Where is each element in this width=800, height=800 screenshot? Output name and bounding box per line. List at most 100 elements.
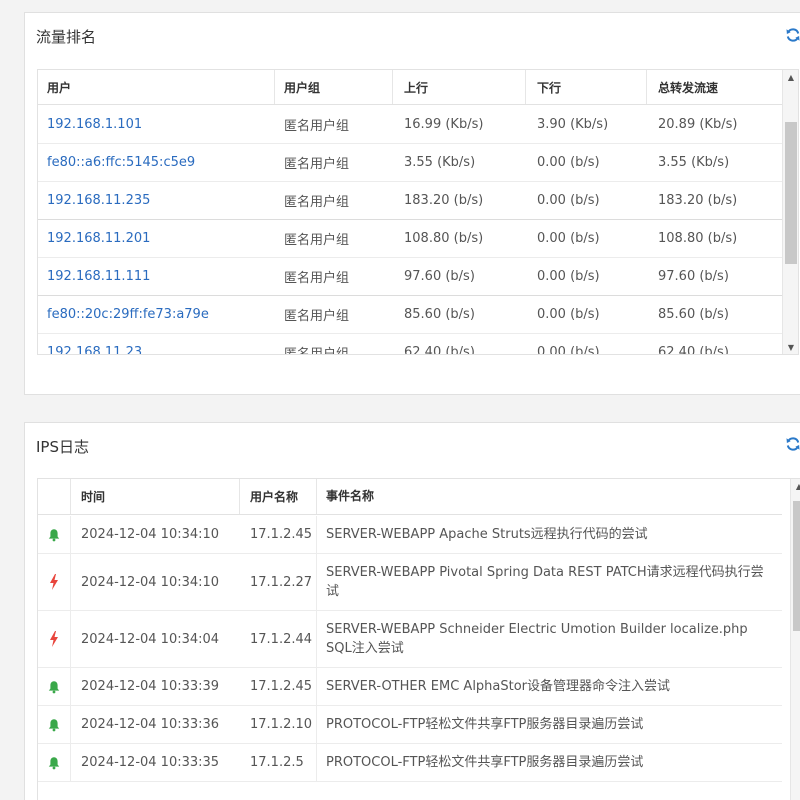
column-header-user-group[interactable]: 用户组 [275, 70, 393, 104]
bolt-icon [38, 554, 71, 610]
table-row: 2024-12-04 10:33:39 17.1.2.45 SERVER-OTH… [38, 668, 782, 706]
bolt-icon [38, 611, 71, 667]
user-group-cell: 匿名用户组 [284, 195, 350, 210]
ips-log-table: 时间 用户名称 事件名称 2024-12-04 10:34:10 17.1.2.… [37, 478, 800, 800]
user-ip-link[interactable]: fe80::a6:ffc:5145:c5e9 [47, 155, 195, 170]
column-header-downstream[interactable]: 下行 [526, 70, 647, 104]
table-row: 192.168.11.111 匿名用户组 97.60 (b/s) 0.00 (b… [38, 258, 784, 296]
column-header-event-name[interactable]: 事件名称 [317, 479, 782, 514]
log-user: 17.1.2.45 [240, 516, 317, 553]
ips-panel-title: IPS日志 [36, 438, 89, 456]
log-event: SERVER-WEBAPP Pivotal Spring Data REST P… [326, 565, 764, 599]
user-ip-link[interactable]: 192.168.11.111 [47, 269, 150, 284]
log-event: SERVER-WEBAPP Apache Struts远程执行代码的尝试 [326, 527, 648, 542]
log-time: 2024-12-04 10:33:35 [81, 755, 220, 770]
total-rate-cell: 62.40 (b/s) [658, 345, 729, 355]
scroll-up-arrow-icon[interactable]: ▲ [791, 479, 800, 493]
traffic-table-header: 用户 用户组 上行 下行 总转发流速 [38, 70, 784, 105]
log-user: 17.1.2.45 [240, 668, 317, 705]
log-user: 17.1.2.5 [240, 744, 317, 781]
user-group-cell: 匿名用户组 [284, 309, 350, 324]
traffic-table: 用户 用户组 上行 下行 总转发流速 192.168.1.101 匿名用户组 1… [37, 69, 799, 355]
user-group-cell: 匿名用户组 [284, 233, 350, 248]
traffic-table-body: 192.168.1.101 匿名用户组 16.99 (Kb/s) 3.90 (K… [38, 106, 784, 355]
bell-icon [38, 668, 71, 705]
upstream-cell: 3.55 (Kb/s) [404, 155, 476, 170]
scrollbar-thumb[interactable] [785, 122, 797, 264]
traffic-table-scrollbar[interactable]: ▲ ▼ [782, 70, 798, 354]
log-user: 17.1.2.10 [240, 706, 317, 743]
downstream-cell: 0.00 (b/s) [537, 193, 600, 208]
table-row: 2024-12-04 10:34:10 17.1.2.27 SERVER-WEB… [38, 554, 782, 611]
refresh-icon[interactable] [785, 436, 800, 456]
total-rate-cell: 108.80 (b/s) [658, 231, 738, 246]
table-row: fe80::a6:ffc:5145:c5e9 匿名用户组 3.55 (Kb/s)… [38, 144, 784, 182]
upstream-cell: 183.20 (b/s) [404, 193, 484, 208]
ips-log-panel: IPS日志 时间 用户名称 事件名称 2024-12-04 10:34:10 1… [24, 422, 800, 800]
bell-icon [38, 516, 71, 553]
table-row: 192.168.1.101 匿名用户组 16.99 (Kb/s) 3.90 (K… [38, 106, 784, 144]
scroll-up-arrow-icon[interactable]: ▲ [783, 70, 798, 84]
log-time: 2024-12-04 10:33:39 [81, 679, 220, 694]
column-header-upstream[interactable]: 上行 [393, 70, 526, 104]
log-time: 2024-12-04 10:34:10 [81, 527, 220, 542]
user-group-cell: 匿名用户组 [284, 157, 350, 172]
log-event: PROTOCOL-FTP轻松文件共享FTP服务器目录遍历尝试 [326, 755, 644, 770]
total-rate-cell: 20.89 (Kb/s) [658, 117, 738, 132]
upstream-cell: 108.80 (b/s) [404, 231, 484, 246]
refresh-icon[interactable] [785, 27, 800, 47]
scrollbar-thumb[interactable] [793, 501, 800, 631]
user-group-cell: 匿名用户组 [284, 271, 350, 286]
user-ip-link[interactable]: 192.168.11.235 [47, 193, 150, 208]
downstream-cell: 0.00 (b/s) [537, 307, 600, 322]
log-event: SERVER-WEBAPP Schneider Electric Umotion… [326, 622, 748, 656]
user-ip-link[interactable]: 192.168.1.101 [47, 117, 142, 132]
total-rate-cell: 97.60 (b/s) [658, 269, 729, 284]
column-header-user-name[interactable]: 用户名称 [240, 479, 317, 514]
upstream-cell: 85.60 (b/s) [404, 307, 475, 322]
table-row: 2024-12-04 10:33:36 17.1.2.10 PROTOCOL-F… [38, 706, 782, 744]
downstream-cell: 3.90 (Kb/s) [537, 117, 609, 132]
table-row: 192.168.11.235 匿名用户组 183.20 (b/s) 0.00 (… [38, 182, 784, 220]
log-time: 2024-12-04 10:34:10 [81, 574, 220, 590]
downstream-cell: 0.00 (b/s) [537, 269, 600, 284]
log-event: SERVER-OTHER EMC AlphaStor设备管理器命令注入尝试 [326, 679, 671, 694]
upstream-cell: 62.40 (b/s) [404, 345, 475, 355]
user-ip-link[interactable]: 192.168.11.201 [47, 231, 150, 246]
bell-icon [38, 706, 71, 743]
upstream-cell: 97.60 (b/s) [404, 269, 475, 284]
total-rate-cell: 3.55 (Kb/s) [658, 155, 730, 170]
user-group-cell: 匿名用户组 [284, 347, 350, 355]
table-row: fe80::20c:29ff:fe73:a79e 匿名用户组 85.60 (b/… [38, 296, 784, 334]
table-row: 2024-12-04 10:34:10 17.1.2.45 SERVER-WEB… [38, 516, 782, 554]
log-user: 17.1.2.44 [240, 611, 317, 667]
log-time: 2024-12-04 10:33:36 [81, 717, 220, 732]
traffic-panel-title: 流量排名 [36, 28, 97, 46]
column-header-time[interactable]: 时间 [71, 479, 240, 514]
ips-table-body: 2024-12-04 10:34:10 17.1.2.45 SERVER-WEB… [38, 516, 782, 782]
ips-table-header: 时间 用户名称 事件名称 [38, 479, 782, 515]
ips-table-scrollbar[interactable]: ▲ ▼ [790, 479, 800, 800]
bell-icon [38, 744, 71, 781]
total-rate-cell: 85.60 (b/s) [658, 307, 729, 322]
column-header-total-rate[interactable]: 总转发流速 [647, 70, 784, 104]
log-time: 2024-12-04 10:34:04 [81, 631, 220, 647]
table-row: 2024-12-04 10:33:35 17.1.2.5 PROTOCOL-FT… [38, 744, 782, 782]
table-row: 2024-12-04 10:34:04 17.1.2.44 SERVER-WEB… [38, 611, 782, 668]
user-group-cell: 匿名用户组 [284, 119, 350, 134]
log-user: 17.1.2.27 [240, 554, 317, 610]
user-ip-link[interactable]: fe80::20c:29ff:fe73:a79e [47, 307, 209, 322]
downstream-cell: 0.00 (b/s) [537, 155, 600, 170]
downstream-cell: 0.00 (b/s) [537, 345, 600, 355]
column-header-user[interactable]: 用户 [38, 70, 275, 104]
column-header-level [38, 479, 71, 514]
upstream-cell: 16.99 (Kb/s) [404, 117, 484, 132]
table-row: 192.168.11.201 匿名用户组 108.80 (b/s) 0.00 (… [38, 220, 784, 258]
scroll-down-arrow-icon[interactable]: ▼ [783, 340, 798, 354]
total-rate-cell: 183.20 (b/s) [658, 193, 738, 208]
user-ip-link[interactable]: 192.168.11.23 [47, 345, 142, 354]
traffic-ranking-panel: 流量排名 用户 用户组 上行 下行 总转发流速 192.168.1.101 匿名… [24, 12, 800, 395]
log-event: PROTOCOL-FTP轻松文件共享FTP服务器目录遍历尝试 [326, 717, 644, 732]
downstream-cell: 0.00 (b/s) [537, 231, 600, 246]
table-row: 192.168.11.23 匿名用户组 62.40 (b/s) 0.00 (b/… [38, 334, 784, 355]
